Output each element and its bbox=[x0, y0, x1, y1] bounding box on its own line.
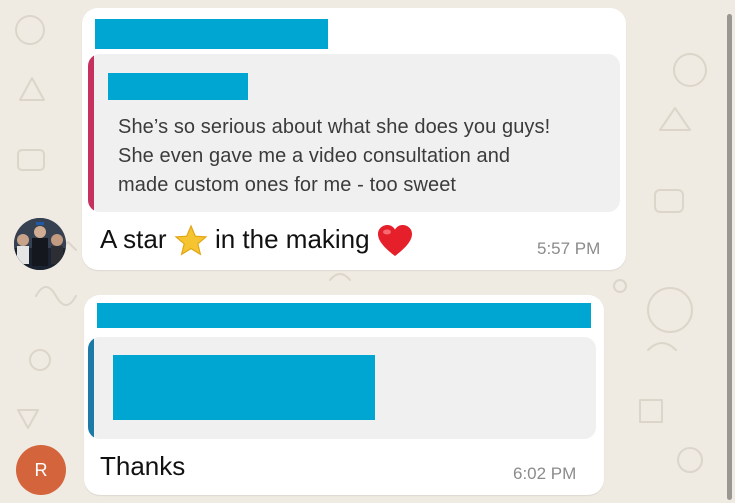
redacted-quoted-sender bbox=[108, 73, 248, 100]
sender-avatar-initial[interactable]: R bbox=[16, 445, 66, 495]
quote-line: made custom ones for me - too sweet bbox=[118, 174, 457, 196]
red-heart-emoji-icon bbox=[377, 225, 412, 257]
message-bubble-incoming[interactable]: Thanks 6:02 PM bbox=[84, 295, 604, 495]
quote-line: She even gave me a video consultation an… bbox=[118, 145, 511, 167]
redacted-sender-name bbox=[97, 303, 591, 328]
message-bubble-incoming[interactable]: She’s so serious about what she does you… bbox=[82, 8, 626, 270]
quote-line: She’s so serious about what she does you… bbox=[118, 116, 551, 138]
sender-avatar-photo[interactable] bbox=[14, 218, 66, 270]
quote-accent-bar bbox=[88, 54, 94, 212]
message-text-start: A star bbox=[100, 224, 167, 254]
star-emoji-icon bbox=[174, 224, 208, 256]
message-text: Thanks bbox=[100, 451, 186, 481]
message-timestamp: 5:57 PM bbox=[537, 239, 601, 258]
quoted-message-text: She’s so serious about what she does you… bbox=[118, 113, 618, 200]
quote-accent-bar bbox=[88, 337, 94, 439]
message-timestamp: 6:02 PM bbox=[513, 464, 577, 483]
scrollbar[interactable] bbox=[727, 14, 732, 500]
message-text-end: in the making bbox=[214, 224, 370, 254]
message-text: A star in the making bbox=[100, 224, 413, 258]
user-photo-avatar-icon bbox=[14, 218, 66, 270]
redacted-sender-name bbox=[95, 19, 328, 49]
quoted-reply[interactable]: She’s so serious about what she does you… bbox=[88, 54, 620, 212]
quoted-reply[interactable] bbox=[88, 337, 596, 439]
redacted-quoted-content bbox=[113, 355, 375, 420]
